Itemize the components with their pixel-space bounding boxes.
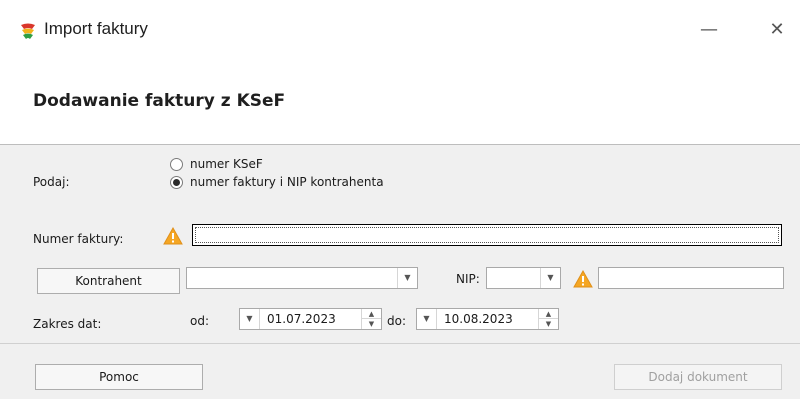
dialog-footer: Pomoc Dodaj dokument [0,344,800,399]
radio-numer-faktury-nip[interactable] [170,176,183,189]
od-date-value[interactable]: 01.07.2023 [267,312,336,326]
chevron-down-icon[interactable]: ▼ [397,268,417,288]
podaj-label: Podaj: [33,175,70,189]
kontrahent-combo[interactable]: ▼ [186,267,418,289]
spin-up-icon[interactable]: ▲ [539,309,558,319]
add-document-button[interactable]: Dodaj dokument [614,364,782,390]
numer-faktury-label: Numer faktury: [33,232,124,246]
od-date-picker[interactable]: ▼ 01.07.2023 ▲ ▼ [239,308,382,330]
do-date-picker[interactable]: ▼ 10.08.2023 ▲ ▼ [416,308,559,330]
spin-down-icon[interactable]: ▼ [539,319,558,329]
warning-icon [163,227,183,245]
warning-icon [573,270,593,288]
close-button[interactable]: ✕ [754,14,800,46]
dialog-heading: Dodawanie faktury z KSeF [33,91,286,111]
dialog-header: Dodawanie faktury z KSeF [0,62,800,144]
radio-numer-ksef[interactable] [170,158,183,171]
nip-input[interactable] [598,267,784,289]
od-label: od: [190,314,210,328]
od-date-spinner[interactable]: ▲ ▼ [361,309,381,329]
window-titlebar: Import faktury — ✕ [0,0,800,62]
do-date-value[interactable]: 10.08.2023 [444,312,513,326]
minimize-button[interactable]: — [686,14,732,46]
chevron-down-icon[interactable]: ▼ [417,309,437,329]
numer-faktury-input[interactable] [192,224,782,246]
kontrahent-button[interactable]: Kontrahent [37,268,180,294]
do-label: do: [387,314,407,328]
radio-numer-ksef-label[interactable]: numer KSeF [190,157,263,171]
spin-up-icon[interactable]: ▲ [362,309,381,319]
spin-down-icon[interactable]: ▼ [362,319,381,329]
help-button[interactable]: Pomoc [35,364,203,390]
nip-prefix-combo[interactable]: ▼ [486,267,561,289]
zakres-dat-label: Zakres dat: [33,317,102,331]
radio-numer-faktury-nip-label[interactable]: numer faktury i NIP kontrahenta [190,175,384,189]
app-logo-icon [21,23,35,39]
do-date-spinner[interactable]: ▲ ▼ [538,309,558,329]
window-title: Import faktury [44,19,148,38]
chevron-down-icon[interactable]: ▼ [240,309,260,329]
form-panel: Podaj: numer KSeF numer faktury i NIP ko… [0,144,800,344]
nip-label: NIP: [456,272,480,286]
chevron-down-icon[interactable]: ▼ [540,268,560,288]
